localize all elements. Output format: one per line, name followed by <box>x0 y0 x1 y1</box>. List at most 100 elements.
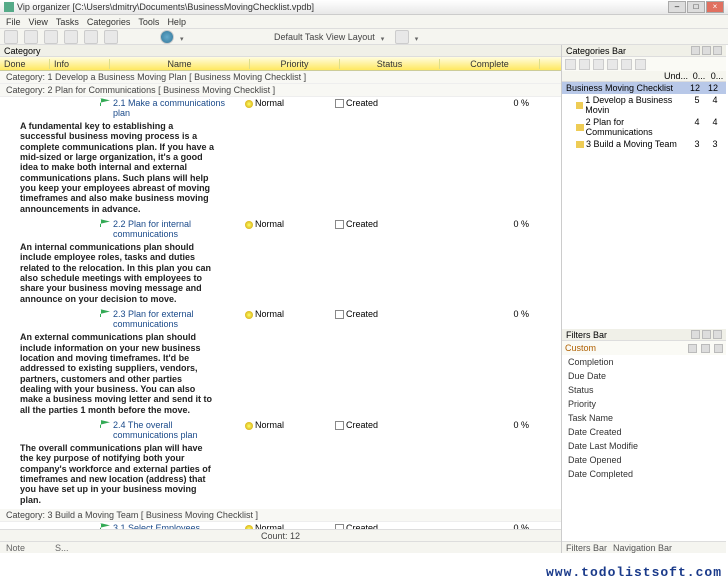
category-row[interactable]: Category: 1 Develop a Business Moving Pl… <box>0 71 561 84</box>
grid-col-o1[interactable]: 0... <box>690 71 708 81</box>
cat-count2: 4 <box>706 117 724 137</box>
task-name: 2.1 Make a communications plan <box>110 98 242 118</box>
status-checkbox[interactable] <box>335 220 344 229</box>
task-description: An external communications plan should i… <box>0 330 235 419</box>
filter-toolbar: Custom <box>562 341 726 355</box>
toolbar-icon[interactable] <box>44 30 58 44</box>
filter-list: CompletionDue DateStatusPriorityTask Nam… <box>562 355 726 481</box>
filter-item[interactable]: Completion <box>562 355 726 369</box>
task-status: Created <box>332 219 432 229</box>
toolbar-icon[interactable] <box>4 30 18 44</box>
task-priority: Normal <box>242 420 332 430</box>
panel-icon[interactable] <box>702 46 711 55</box>
cat-tool-icon[interactable] <box>635 59 646 70</box>
category-root[interactable]: Business Moving Checklist 12 12 <box>562 82 726 94</box>
col-name[interactable]: Name <box>110 59 250 69</box>
status-checkbox[interactable] <box>335 99 344 108</box>
col-priority[interactable]: Priority <box>250 59 340 69</box>
filters-bar-label: Filters Bar <box>566 330 607 340</box>
task-name: 2.4 The overall communications plan <box>110 420 242 440</box>
cat-tool-icon[interactable] <box>621 59 632 70</box>
toolbar-icon[interactable] <box>84 30 98 44</box>
category-item[interactable]: 2 Plan for Communications44 <box>562 116 726 138</box>
menu-categories[interactable]: Categories <box>87 17 131 27</box>
filter-item[interactable]: Date Last Modifie <box>562 439 726 453</box>
col-info[interactable]: Info <box>50 59 110 69</box>
task-status: Created <box>332 420 432 430</box>
toolbar-icon[interactable] <box>64 30 78 44</box>
categories-bar-head: Categories Bar <box>562 45 726 57</box>
cat-tool-icon[interactable] <box>565 59 576 70</box>
filter-custom[interactable]: Custom <box>565 343 684 353</box>
task-row[interactable]: 2.4 The overall communications planNorma… <box>0 419 561 441</box>
task-status: Created <box>332 98 432 108</box>
status-checkbox[interactable] <box>335 310 344 319</box>
cat-tool-icon[interactable] <box>607 59 618 70</box>
filter-item[interactable]: Date Completed <box>562 467 726 481</box>
category-row[interactable]: Category: 2 Plan for Communications [ Bu… <box>0 84 561 97</box>
flag-icon <box>100 98 110 106</box>
grid-col-o2[interactable]: 0... <box>708 71 726 81</box>
filter-item[interactable]: Date Created <box>562 425 726 439</box>
filter-icon[interactable] <box>714 344 723 353</box>
chevron-down-icon[interactable] <box>381 33 389 41</box>
app-icon <box>4 2 14 12</box>
chevron-down-icon[interactable] <box>415 33 423 41</box>
task-description: An internal communications plan should i… <box>0 240 235 308</box>
title-bar: Vip organizer [C:\Users\dmitry\Documents… <box>0 0 728 15</box>
filter-icon[interactable] <box>688 344 697 353</box>
menu-view[interactable]: View <box>29 17 48 27</box>
tab-navigation[interactable]: Navigation Bar <box>613 543 672 553</box>
maximize-button[interactable]: □ <box>687 1 705 13</box>
filter-item[interactable]: Status <box>562 383 726 397</box>
category-row[interactable]: Category: 3 Build a Moving Team [ Busine… <box>0 509 561 522</box>
col-done[interactable]: Done <box>0 59 50 69</box>
task-priority: Normal <box>242 309 332 319</box>
filter-item[interactable]: Due Date <box>562 369 726 383</box>
panel-icon[interactable] <box>691 330 700 339</box>
filter-item[interactable]: Task Name <box>562 411 726 425</box>
menu-help[interactable]: Help <box>167 17 186 27</box>
category-item[interactable]: 3 Build a Moving Team33 <box>562 138 726 150</box>
menu-tools[interactable]: Tools <box>138 17 159 27</box>
panel-icon[interactable] <box>702 330 711 339</box>
tab-filters[interactable]: Filters Bar <box>566 543 607 553</box>
panel-icon[interactable] <box>713 46 722 55</box>
category-bar: Category <box>0 45 561 57</box>
filter-item[interactable]: Date Opened <box>562 453 726 467</box>
categories-toolbar <box>562 57 726 71</box>
toolbar-icon[interactable] <box>24 30 38 44</box>
filter-item[interactable]: Priority <box>562 397 726 411</box>
task-complete: 0 % <box>432 309 532 319</box>
task-row[interactable]: 3.1 Select EmployeesNormalCreated0 % <box>0 522 561 529</box>
col-complete[interactable]: Complete <box>440 59 540 69</box>
menu-tasks[interactable]: Tasks <box>56 17 79 27</box>
minimize-button[interactable]: – <box>668 1 686 13</box>
col-status[interactable]: Status <box>340 59 440 69</box>
priority-bullet-icon <box>245 422 253 430</box>
task-row[interactable]: 2.1 Make a communications planNormalCrea… <box>0 97 561 119</box>
task-description: The overall communications plan will hav… <box>0 441 235 509</box>
task-row[interactable]: 2.3 Plan for external communicationsNorm… <box>0 308 561 330</box>
globe-icon[interactable] <box>160 30 174 44</box>
grid-col-und[interactable]: Und... <box>562 71 690 81</box>
task-priority: Normal <box>242 219 332 229</box>
panel-icon[interactable] <box>713 330 722 339</box>
root-count2: 12 <box>704 83 722 93</box>
toolbar-icon[interactable] <box>395 30 409 44</box>
task-row[interactable]: 2.2 Plan for internal communicationsNorm… <box>0 218 561 240</box>
panel-icon[interactable] <box>691 46 700 55</box>
category-item[interactable]: 1 Develop a Business Movin54 <box>562 94 726 116</box>
cat-tool-icon[interactable] <box>579 59 590 70</box>
cat-count1: 5 <box>688 95 706 115</box>
root-count1: 12 <box>686 83 704 93</box>
close-button[interactable]: × <box>706 1 724 13</box>
flag-icon <box>100 420 110 428</box>
cat-tool-icon[interactable] <box>593 59 604 70</box>
menu-file[interactable]: File <box>6 17 21 27</box>
chevron-down-icon[interactable] <box>180 33 188 41</box>
status-checkbox[interactable] <box>335 421 344 430</box>
layout-selector[interactable]: Default Task View Layout <box>274 32 375 42</box>
filter-icon[interactable] <box>701 344 710 353</box>
toolbar-icon[interactable] <box>104 30 118 44</box>
